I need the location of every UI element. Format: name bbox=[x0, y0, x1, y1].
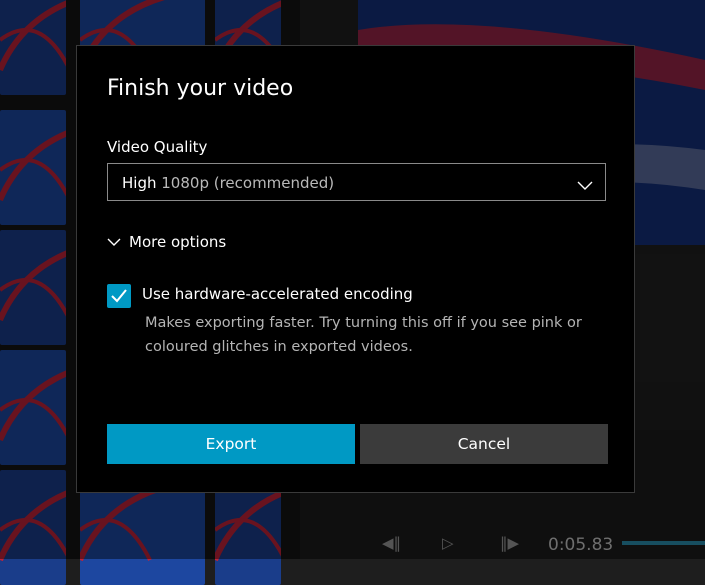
chevron-down-icon bbox=[577, 176, 593, 195]
quality-value-sub: 1080p (recommended) bbox=[161, 174, 335, 192]
quality-value-main: High bbox=[122, 174, 157, 192]
hardware-encoding-description: Makes exporting faster. Try turning this… bbox=[145, 315, 582, 355]
hardware-encoding-label: Use hardware-accelerated encoding bbox=[142, 285, 413, 303]
export-button[interactable]: Export bbox=[107, 424, 355, 464]
finish-video-dialog: Finish your video Video Quality High 108… bbox=[76, 45, 635, 493]
hardware-encoding-checkbox[interactable] bbox=[107, 284, 131, 308]
more-options-label: More options bbox=[129, 233, 227, 251]
more-options-toggle[interactable]: More options bbox=[107, 233, 226, 251]
dialog-title: Finish your video bbox=[107, 76, 294, 101]
cancel-button[interactable]: Cancel bbox=[360, 424, 608, 464]
video-quality-label: Video Quality bbox=[107, 138, 208, 156]
chevron-down-icon bbox=[107, 233, 129, 251]
video-quality-select[interactable]: High 1080p (recommended) bbox=[107, 163, 606, 201]
